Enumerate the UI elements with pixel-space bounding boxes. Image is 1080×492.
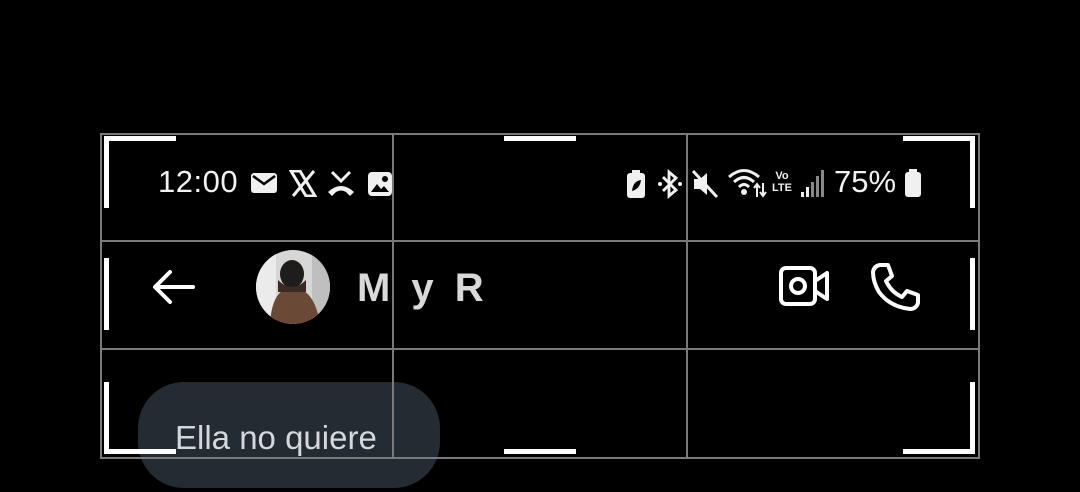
grid-line-horizontal-2 xyxy=(100,348,978,350)
crop-handle-bottom-left[interactable] xyxy=(104,449,176,454)
crop-handle-top-right[interactable] xyxy=(903,136,975,141)
crop-handle-right-center[interactable] xyxy=(970,258,975,330)
crop-handle-top-left[interactable] xyxy=(104,136,176,141)
crop-handle-bottom-center[interactable] xyxy=(504,449,576,454)
crop-handle-top-left-vertical[interactable] xyxy=(104,136,109,208)
crop-handle-top-right-vertical[interactable] xyxy=(970,136,975,208)
grid-line-vertical-1 xyxy=(392,133,394,457)
crop-handle-top-center[interactable] xyxy=(504,136,576,141)
crop-frame[interactable] xyxy=(100,133,980,459)
crop-handle-bottom-left-vertical[interactable] xyxy=(104,382,109,454)
crop-handle-bottom-right-vertical[interactable] xyxy=(970,382,975,454)
grid-line-horizontal-1 xyxy=(100,240,978,242)
crop-handle-bottom-right[interactable] xyxy=(903,449,975,454)
crop-handle-left-center[interactable] xyxy=(104,258,109,330)
grid-line-vertical-2 xyxy=(686,133,688,457)
